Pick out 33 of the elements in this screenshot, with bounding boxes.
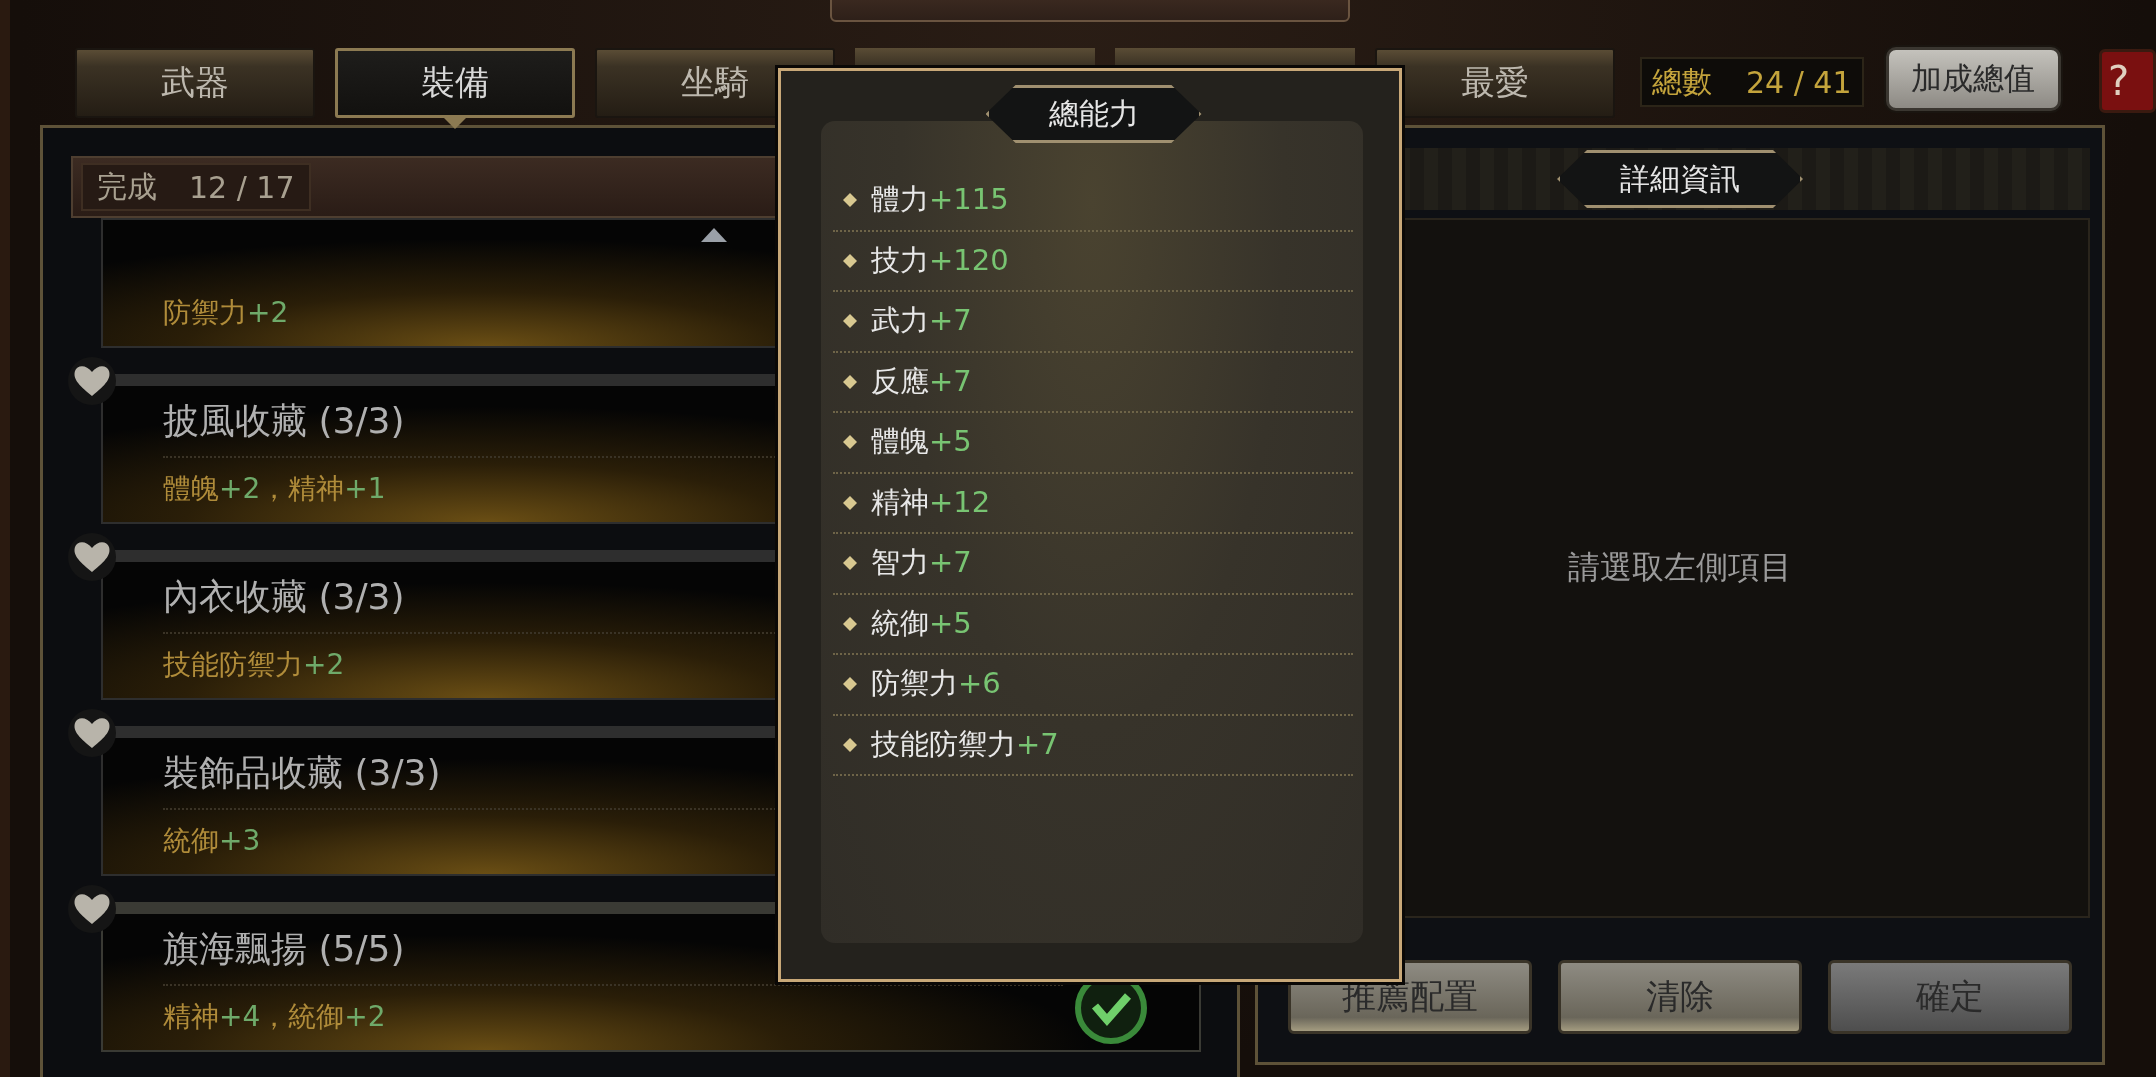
detail-title: 詳細資訊 <box>1557 150 1803 208</box>
bonus-text: 精神+4，統御+2 <box>163 999 386 1035</box>
total-value: 24 / 41 <box>1746 64 1852 100</box>
stat-text: 技力+120 <box>871 241 1009 279</box>
bonus-total-button[interactable]: 加成總值 <box>1885 47 2062 111</box>
stat-text: 武力+7 <box>871 302 972 340</box>
scroll-up-icon[interactable] <box>701 228 727 242</box>
category-tab[interactable]: 最愛 <box>1375 48 1615 118</box>
diamond-icon <box>843 253 857 268</box>
stat-text: 體力+115 <box>871 181 1009 219</box>
empty-message: 請選取左側項目 <box>1568 547 1792 588</box>
diamond-icon <box>843 677 857 692</box>
diamond-icon <box>843 616 857 631</box>
progress-value: 12 / 17 <box>189 169 295 205</box>
category-tab[interactable]: 武器 <box>75 48 315 118</box>
diamond-icon <box>843 737 857 752</box>
bonus-text: 統御+3 <box>163 823 261 859</box>
bonus-text: 技能防禦力+2 <box>163 647 345 683</box>
diamond-icon <box>843 435 857 450</box>
bonus-text: 防禦力+2 <box>163 295 289 331</box>
diamond-icon <box>843 314 857 329</box>
stat-text: 精神+12 <box>871 483 991 521</box>
diamond-icon <box>843 374 857 389</box>
diamond-icon <box>843 556 857 571</box>
stat-text: 防禦力+6 <box>871 665 1001 703</box>
diamond-icon <box>843 495 857 510</box>
stat-text: 體魄+5 <box>871 423 972 461</box>
bonus-text: 體魄+2，精神+1 <box>163 471 386 507</box>
progress-label: 完成 <box>97 167 157 206</box>
popup-title: 總能力 <box>985 85 1202 143</box>
diamond-icon <box>843 193 857 208</box>
help-button[interactable]: ? <box>2099 49 2156 113</box>
total-label: 總數 <box>1652 62 1712 101</box>
